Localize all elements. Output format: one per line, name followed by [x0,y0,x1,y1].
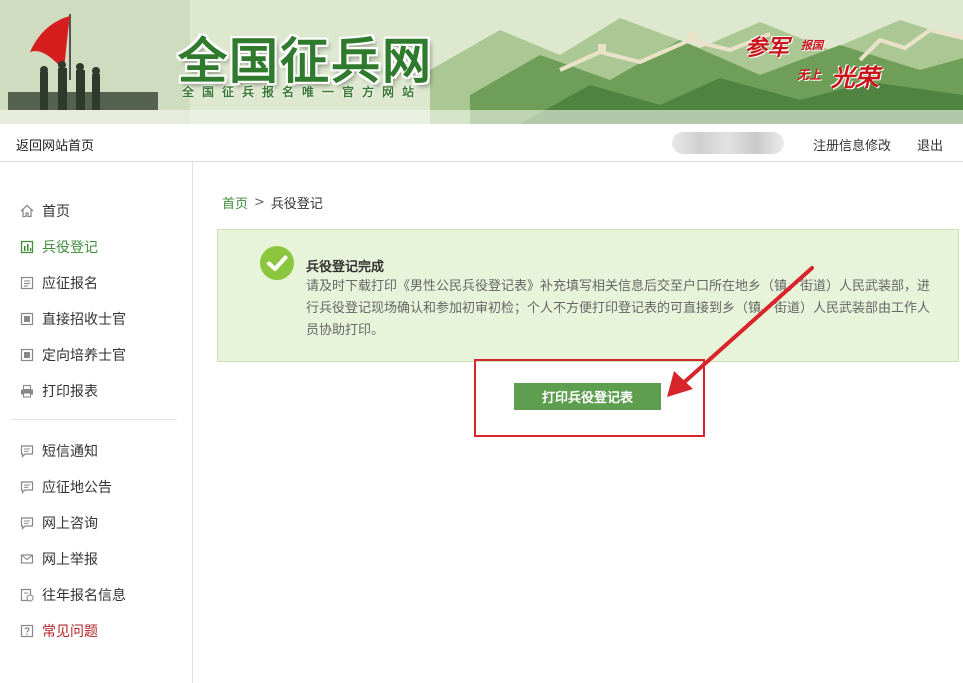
site-subtitle: 全国征兵报名唯一官方网站 [182,85,423,99]
sidebar-item-print-reports[interactable]: 打印报表 [20,380,98,402]
slogan: 参军 报国 无上 光荣 [745,30,905,100]
mail-icon [20,554,34,564]
sidebar-item-military-registration[interactable]: 兵役登记 [20,236,98,258]
form-icon [20,276,34,290]
sidebar-item-label: 首页 [42,204,70,220]
sidebar-item-sms-notice[interactable]: 短信通知 [20,440,98,462]
sidebar-item-label: 应征地公告 [42,480,112,496]
print-registration-form-button[interactable]: 打印兵役登记表 [514,383,661,410]
edit-profile-link[interactable]: 注册信息修改 [813,135,891,154]
sidebar-item-online-consult[interactable]: 网上咨询 [20,512,98,534]
logout-link[interactable]: 退出 [917,135,943,154]
sidebar-divider [12,419,177,420]
sidebar-item-label: 兵役登记 [42,240,98,256]
sidebar-item-direct-nco[interactable]: 直接招收士官 [20,308,126,330]
success-title: 兵役登记完成 [306,260,385,275]
breadcrumb-current: 兵役登记 [270,197,323,212]
breadcrumb-home-link[interactable]: 首页 [222,193,248,212]
message-icon [20,445,34,458]
sidebar-item-faq[interactable]: 常见问题 [20,620,98,642]
message-icon [20,481,34,494]
top-nav: 返回网站首页 注册信息修改 退出 [0,124,963,162]
site-banner: 全国征兵网 全国征兵报名唯一官方网站 参军 报国 无上 光荣 [0,0,963,124]
sidebar-item-label: 常见问题 [42,624,98,640]
sidebar-item-label: 应征报名 [42,276,98,292]
username-blurred [672,132,784,154]
form-icon [20,312,34,326]
sidebar-item-label: 定向培养士官 [42,348,126,364]
success-notice: 兵役登记完成 请及时下载打印《男性公民兵役登记表》补充填写相关信息后交至户口所在… [217,229,959,362]
slogan-part2: 报国 [801,39,823,52]
sidebar-item-label: 网上咨询 [42,516,98,532]
sidebar-item-label: 直接招收士官 [42,312,126,328]
return-home-link[interactable]: 返回网站首页 [16,135,94,154]
sidebar-item-label: 网上举报 [42,552,98,568]
sidebar-item-online-report[interactable]: 网上举报 [20,548,98,570]
success-description: 请及时下载打印《男性公民兵役登记表》补充填写相关信息后交至户口所在地乡（镇、街道… [306,279,931,338]
history-icon [20,588,34,602]
printer-icon [21,384,33,398]
sidebar-item-past-applications[interactable]: 往年报名信息 [20,584,126,606]
form-icon [20,348,34,362]
sidebar-item-label: 打印报表 [42,384,98,400]
sidebar-item-label: 短信通知 [42,444,98,460]
sidebar-item-directed-nco[interactable]: 定向培养士官 [20,344,126,366]
register-icon [20,240,34,254]
check-circle-icon [260,246,294,280]
sidebar: 首页 兵役登记 应征报名 直接招收士官 定向培养士官 打印报表 短信通知 应征地… [0,162,193,683]
breadcrumb-separator: > [254,195,265,210]
message-icon [20,517,34,530]
sidebar-item-local-announcements[interactable]: 应征地公告 [20,476,112,498]
breadcrumb: 首页 > 兵役登记 [222,193,323,212]
slogan-part3: 无上 [797,68,822,82]
sidebar-item-home[interactable]: 首页 [20,200,70,222]
slogan-part1: 参军 [745,35,790,61]
question-icon [20,624,34,638]
slogan-part4: 光荣 [831,63,879,92]
sidebar-item-label: 往年报名信息 [42,588,126,604]
home-icon [20,204,34,218]
sidebar-item-enlistment[interactable]: 应征报名 [20,272,98,294]
